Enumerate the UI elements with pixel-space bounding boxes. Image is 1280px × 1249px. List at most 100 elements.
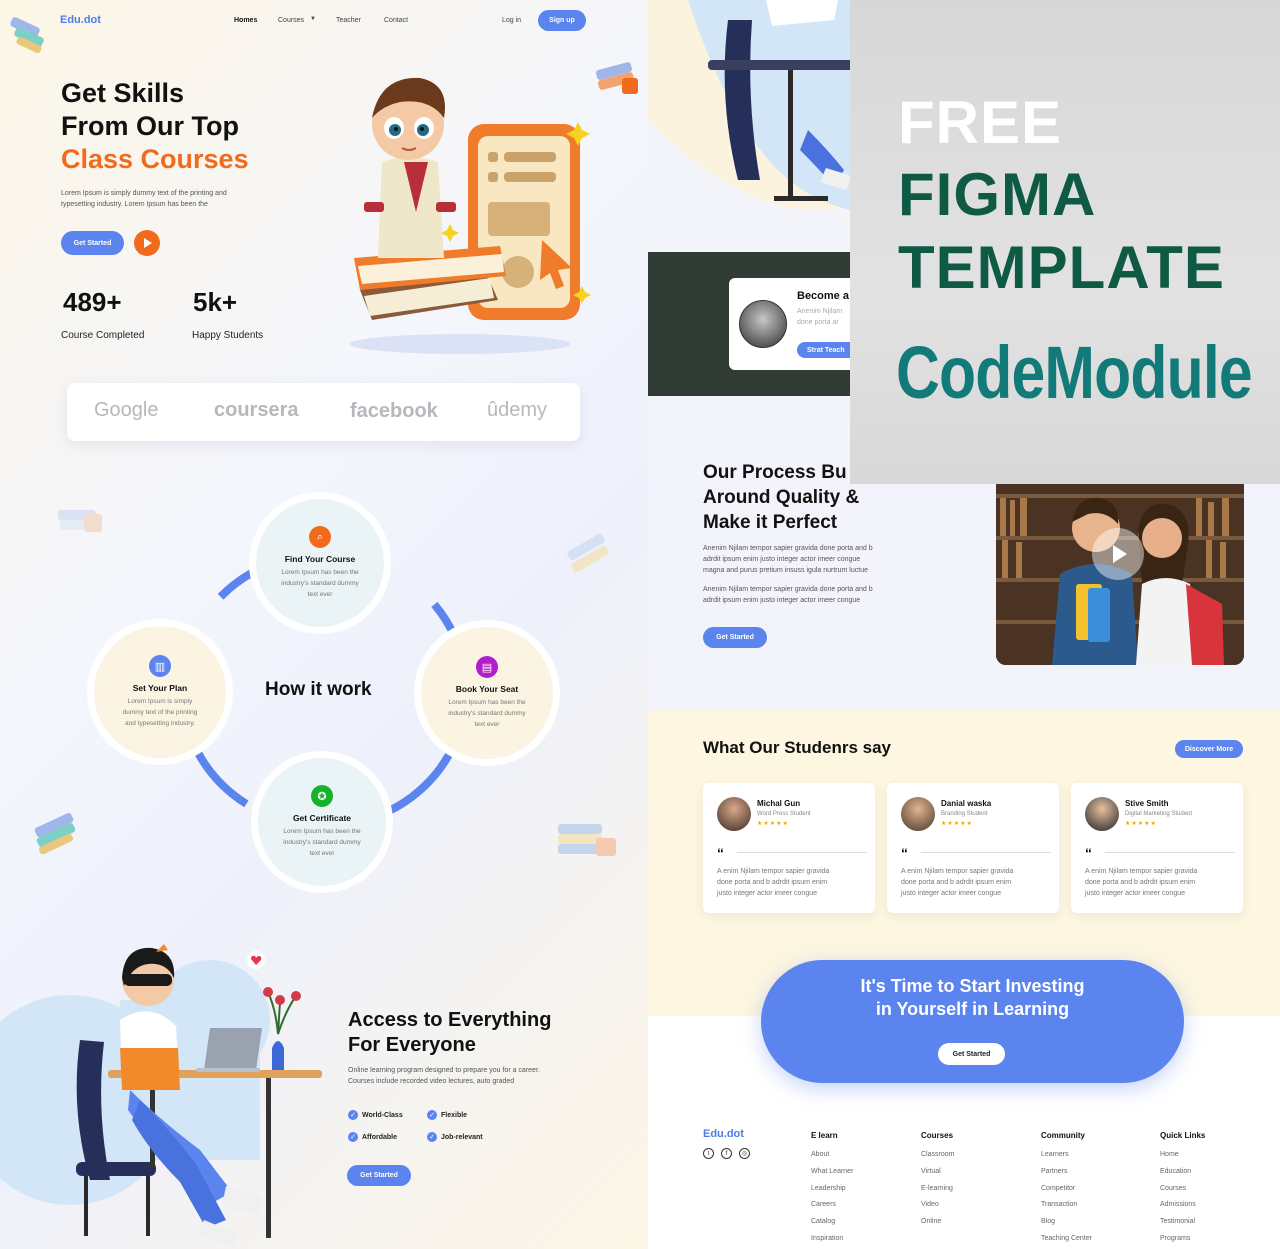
- footer-link[interactable]: Teaching Center: [1041, 1235, 1092, 1242]
- avatar: [1085, 797, 1119, 831]
- step-desc: and typesetting industry.: [125, 720, 195, 727]
- nav-teacher[interactable]: Teacher: [336, 17, 361, 24]
- stat-students-label: Happy Students: [192, 330, 264, 341]
- step-desc: text ever: [307, 591, 333, 598]
- play-video-icon[interactable]: [1092, 528, 1144, 580]
- footer-heading: Courses: [921, 1131, 954, 1140]
- review-line: A enim Njilam tempor sapier gravida: [901, 868, 1014, 875]
- left-landing-page: Edu.dot Homes Courses ▼ Teacher Contact …: [0, 0, 648, 1249]
- brand-logo-icon: [6, 8, 48, 56]
- chevron-down-icon[interactable]: ▼: [310, 16, 316, 22]
- process-text: adrdit ipsum enim justo integer actor im…: [703, 556, 861, 563]
- footer-link[interactable]: Virtual: [921, 1168, 941, 1175]
- hero-line-2: From Our Top: [61, 111, 239, 141]
- testimonials-title: What Our Studenrs say: [703, 738, 891, 757]
- nav-courses[interactable]: Courses: [278, 17, 304, 24]
- feature-label: World-Class: [362, 1111, 403, 1119]
- footer-link[interactable]: Inspiration: [811, 1235, 843, 1242]
- discover-more-button[interactable]: Discover More: [1175, 740, 1243, 758]
- access-get-started-button[interactable]: Get Started: [347, 1165, 411, 1186]
- students-photo: [996, 484, 1244, 665]
- footer-link[interactable]: Home: [1160, 1151, 1179, 1158]
- footer-link[interactable]: Classroom: [921, 1151, 954, 1158]
- rating-stars-icon: ★★★★★: [1125, 821, 1157, 827]
- hero-get-started-button[interactable]: Get Started: [61, 231, 124, 255]
- quote-icon: “: [1085, 845, 1092, 861]
- footer-brand[interactable]: Edu.dot: [703, 1128, 744, 1140]
- review-text: A enim Njilam tempor sapier gravida done…: [901, 866, 1041, 899]
- access-title-line-1: Access to Everything: [348, 1009, 552, 1031]
- check-icon: ✓: [427, 1110, 437, 1120]
- play-icon: [144, 238, 152, 248]
- signup-button[interactable]: Sign up: [538, 10, 586, 31]
- process-text: Anenim Njilam tempor sapier gravida done…: [703, 586, 873, 593]
- floating-books-icon: [554, 816, 624, 866]
- become-desc-2: done porta ar: [797, 319, 839, 326]
- footer-heading: Community: [1041, 1131, 1085, 1140]
- facebook-icon[interactable]: f: [721, 1148, 732, 1159]
- footer-link[interactable]: Competitor: [1041, 1185, 1075, 1192]
- nav-contact[interactable]: Contact: [384, 17, 408, 24]
- divider: [1105, 852, 1235, 853]
- step-desc: text ever: [309, 850, 335, 857]
- footer-link[interactable]: Partners: [1041, 1168, 1067, 1175]
- stat-courses-value: 489+: [63, 287, 122, 317]
- footer-link[interactable]: Education: [1160, 1168, 1191, 1175]
- process-paragraph-2: Anenim Njilam tempor sapier gravida done…: [703, 584, 873, 606]
- step-find-course: ⌕ Find Your Course Lorem Ipsum has been …: [249, 492, 391, 634]
- footer-link[interactable]: Online: [921, 1218, 941, 1225]
- reviewer-name: Michal Gun: [757, 799, 801, 808]
- avatar: [901, 797, 935, 831]
- check-icon: ✓: [348, 1132, 358, 1142]
- footer-link[interactable]: E-learning: [921, 1185, 953, 1192]
- review-line: done porta and b adrdit ipsum enim: [1085, 879, 1196, 886]
- become-teacher-card: Become a Anenim Njilam done porta ar Str…: [729, 278, 859, 370]
- check-icon: ✓: [427, 1132, 437, 1142]
- access-title: Access to Everything For Everyone: [348, 1008, 551, 1058]
- nav-homes[interactable]: Homes: [234, 17, 257, 24]
- footer-link[interactable]: Courses: [1160, 1185, 1186, 1192]
- hero-title: Get Skills From Our Top Class Courses: [61, 77, 249, 176]
- process-title-line-2: Around Quality &: [703, 487, 860, 508]
- step-desc: Lorem Ipsum has been the: [283, 828, 361, 835]
- play-video-button[interactable]: [134, 230, 160, 256]
- step-book-seat: ▤ Book Your Seat Lorem Ipsum has been th…: [414, 620, 560, 766]
- hero-line-1: Get Skills: [61, 78, 185, 108]
- footer-link[interactable]: Programs: [1160, 1235, 1190, 1242]
- process-get-started-button[interactable]: Get Started: [703, 627, 767, 648]
- nav-login[interactable]: Log in: [502, 17, 521, 24]
- plan-icon: ▥: [149, 655, 171, 677]
- footer-link[interactable]: Catalog: [811, 1218, 835, 1225]
- reviewer-name: Stive Smith: [1125, 799, 1169, 808]
- testimonial-card-stive: Stive Smith Digital Marketing Student ★★…: [1071, 783, 1243, 913]
- footer-link[interactable]: Admissions: [1160, 1201, 1196, 1208]
- step-desc: industry's standard dummy: [448, 710, 526, 717]
- footer-link[interactable]: Testimonial: [1160, 1218, 1195, 1225]
- review-text: A enim Njilam tempor sapier gravida done…: [1085, 866, 1225, 899]
- access-title-line-2: For Everyone: [348, 1034, 476, 1056]
- twitter-icon[interactable]: t: [703, 1148, 714, 1159]
- cta-get-started-button[interactable]: Get Started: [938, 1043, 1005, 1065]
- feature-job-relevant: ✓ Job-relevant: [427, 1132, 483, 1142]
- feature-label: Flexible: [441, 1111, 468, 1119]
- overlay-free-text: FREE: [898, 89, 1063, 156]
- partner-facebook: facebook: [350, 400, 438, 422]
- brand-name[interactable]: Edu.dot: [60, 14, 101, 26]
- access-desc-line-1: Online learning program designed to prep…: [348, 1067, 540, 1074]
- divider: [921, 852, 1051, 853]
- stat-students-value: 5k+: [193, 287, 238, 317]
- footer-link[interactable]: Learners: [1041, 1151, 1069, 1158]
- process-title-line-3: Make it Perfect: [703, 512, 838, 533]
- reviewer-name: Danial waska: [941, 799, 992, 808]
- footer-link[interactable]: About: [811, 1151, 829, 1158]
- check-icon: ✓: [348, 1110, 358, 1120]
- footer-link[interactable]: What Learner: [811, 1168, 853, 1175]
- footer-link[interactable]: Blog: [1041, 1218, 1055, 1225]
- instagram-icon[interactable]: ◎: [739, 1148, 750, 1159]
- footer-link[interactable]: Video: [921, 1201, 939, 1208]
- footer-link[interactable]: Leadership: [811, 1185, 846, 1192]
- footer-link[interactable]: Transaction: [1041, 1201, 1077, 1208]
- footer-link[interactable]: Careers: [811, 1201, 836, 1208]
- step-set-plan: ▥ Set Your Plan Lorem Ipsum is simply du…: [87, 619, 233, 765]
- step-desc: Lorem Ipsum has been the: [281, 569, 359, 576]
